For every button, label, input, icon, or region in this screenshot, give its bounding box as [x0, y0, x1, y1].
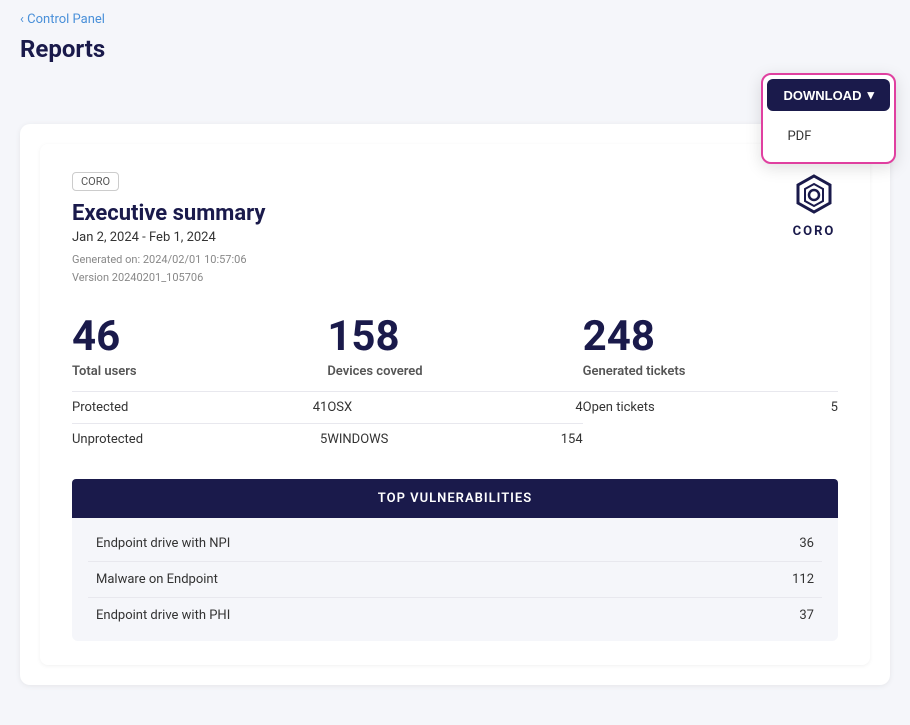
coro-logo: CORO: [790, 172, 838, 239]
vuln-count-1: 112: [792, 572, 814, 587]
report-title: Executive summary: [72, 201, 265, 226]
report-header: CORO Executive summary Jan 2, 2024 - Feb…: [72, 172, 838, 286]
vuln-name-2: Endpoint drive with PHI: [96, 608, 230, 623]
vulnerabilities-section: TOP VULNERABILITIES Endpoint drive with …: [72, 479, 838, 641]
stat-detail-name-open-tickets: Open tickets: [583, 400, 655, 415]
stat-number-devices: 158: [327, 316, 582, 358]
stat-detail-value-osx: 4: [575, 400, 582, 415]
stat-detail-value-open-tickets: 5: [831, 400, 838, 415]
vuln-row-0: Endpoint drive with NPI 36: [88, 526, 822, 562]
vuln-row-1: Malware on Endpoint 112: [88, 562, 822, 598]
breadcrumb[interactable]: Control Panel: [20, 12, 890, 27]
stat-detail-protected: Protected 41: [72, 391, 327, 423]
coro-logo-text: CORO: [793, 224, 836, 239]
vuln-name-1: Malware on Endpoint: [96, 572, 218, 587]
stat-block-users: 46 Total users Protected 41 Unprotected …: [72, 316, 327, 455]
stat-number-users: 46: [72, 316, 327, 358]
page-wrapper: Control Panel Reports Date range DOWNLOA…: [0, 0, 910, 725]
report-generated-on: Generated on: 2024/02/01 10:57:06 Versio…: [72, 251, 265, 286]
stat-block-tickets: 248 Generated tickets Open tickets 5: [583, 316, 838, 455]
vuln-count-0: 36: [799, 536, 814, 551]
report-container: CORO Executive summary Jan 2, 2024 - Feb…: [20, 124, 890, 685]
pdf-option[interactable]: PDF: [767, 121, 890, 152]
stat-detail-name-windows: WINDOWS: [327, 432, 388, 447]
top-bar: Date range DOWNLOAD ▾ PDF: [20, 79, 890, 108]
vulnerabilities-table: Endpoint drive with NPI 36 Malware on En…: [72, 518, 838, 641]
stat-detail-osx: OSX 4: [327, 391, 582, 423]
download-label: DOWNLOAD: [783, 88, 861, 103]
page-title: Reports: [20, 35, 890, 63]
download-button[interactable]: DOWNLOAD ▾: [767, 79, 890, 111]
stat-detail-value-unprotected: 5: [320, 432, 327, 447]
stat-detail-value-windows: 154: [561, 432, 583, 447]
vuln-count-2: 37: [799, 608, 814, 623]
download-dropdown-highlight: DOWNLOAD ▾ PDF: [761, 73, 896, 164]
stat-detail-unprotected: Unprotected 5: [72, 423, 327, 455]
stat-detail-name-protected: Protected: [72, 400, 128, 415]
chevron-down-icon: ▾: [867, 87, 874, 103]
stat-label-devices: Devices covered: [327, 364, 582, 379]
report-date-range: Jan 2, 2024 - Feb 1, 2024: [72, 230, 265, 245]
stat-detail-name-unprotected: Unprotected: [72, 432, 143, 447]
vuln-row-2: Endpoint drive with PHI 37: [88, 598, 822, 633]
report-card: CORO Executive summary Jan 2, 2024 - Feb…: [40, 144, 870, 665]
report-info: CORO Executive summary Jan 2, 2024 - Feb…: [72, 172, 265, 286]
stat-detail-value-protected: 41: [313, 400, 328, 415]
download-dropdown-menu: PDF: [767, 115, 890, 158]
stats-row: 46 Total users Protected 41 Unprotected …: [72, 306, 838, 455]
coro-logo-icon: [790, 172, 838, 220]
stat-block-devices: 158 Devices covered OSX 4 WINDOWS 154: [327, 316, 582, 455]
stat-label-users: Total users: [72, 364, 327, 379]
coro-tag: CORO: [72, 172, 119, 191]
stat-detail-windows: WINDOWS 154: [327, 423, 582, 455]
stat-label-tickets: Generated tickets: [583, 364, 838, 379]
stat-detail-name-osx: OSX: [327, 400, 352, 415]
vuln-name-0: Endpoint drive with NPI: [96, 536, 230, 551]
stat-number-tickets: 248: [583, 316, 838, 358]
stat-detail-open-tickets: Open tickets 5: [583, 391, 838, 423]
vulnerabilities-header: TOP VULNERABILITIES: [72, 479, 838, 518]
